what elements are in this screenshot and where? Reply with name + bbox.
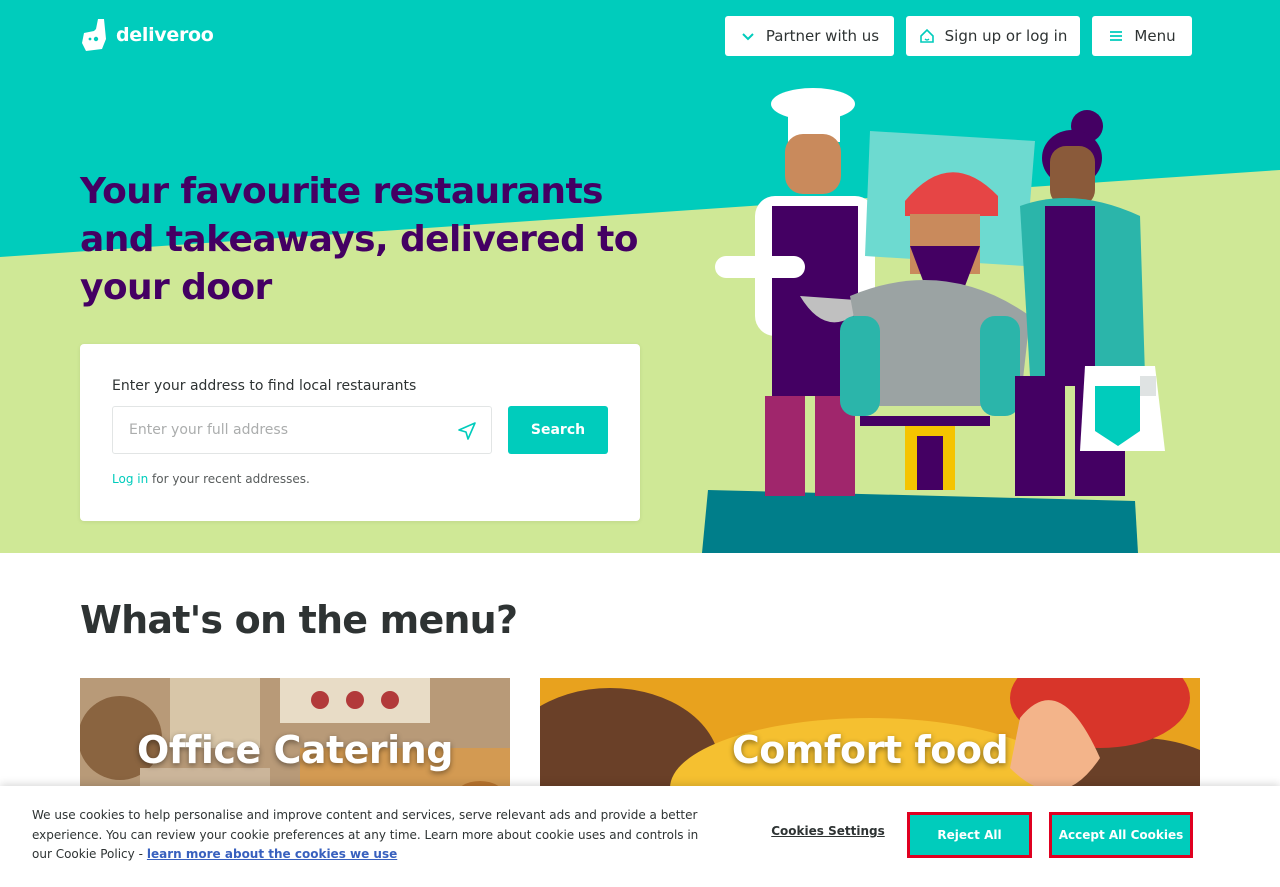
- kangaroo-logo-icon: [82, 19, 106, 51]
- site-header: deliveroo Partner with us Sign up or log…: [0, 0, 1280, 72]
- signup-label: Sign up or log in: [944, 27, 1068, 45]
- cookies-settings-button[interactable]: Cookies Settings: [768, 824, 888, 838]
- locate-me-icon[interactable]: [457, 421, 477, 441]
- home-icon: [919, 28, 934, 43]
- hero-headline: Your favourite restaurants and takeaways…: [80, 171, 639, 308]
- partner-label: Partner with us: [765, 27, 880, 45]
- address-input[interactable]: [113, 407, 443, 453]
- accept-all-cookies-button[interactable]: Accept All Cookies: [1049, 812, 1193, 858]
- address-search-card: Enter your address to find local restaur…: [80, 344, 640, 521]
- hero-section: deliveroo Partner with us Sign up or log…: [0, 0, 1280, 553]
- menu-button[interactable]: Menu: [1092, 16, 1192, 56]
- chevron-down-icon: [742, 33, 754, 41]
- comfort-food-label: Comfort food: [731, 728, 1009, 772]
- office-catering-label: Office Catering: [137, 728, 453, 772]
- menu-label: Menu: [1134, 27, 1176, 45]
- reject-all-cookies-button[interactable]: Reject All: [907, 812, 1032, 858]
- sign-up-or-log-in-button[interactable]: Sign up or log in: [906, 16, 1080, 56]
- hero-illustration: [702, 88, 1165, 553]
- log-in-link[interactable]: Log in: [112, 472, 148, 486]
- login-hint-suffix: for your recent addresses.: [148, 472, 310, 486]
- hamburger-icon: [1110, 31, 1123, 41]
- cookie-banner: We use cookies to help personalise and i…: [0, 786, 1280, 887]
- menu-section-title: What's on the menu?: [80, 598, 518, 642]
- cookie-notice-text: We use cookies to help personalise and i…: [32, 806, 712, 865]
- address-search-label: Enter your address to find local restaur…: [112, 378, 417, 394]
- partner-with-us-button[interactable]: Partner with us: [725, 16, 894, 56]
- recent-addresses-hint: Log in for your recent addresses.: [112, 472, 310, 486]
- search-button[interactable]: Search: [508, 406, 608, 454]
- logo-wordmark: deliveroo: [116, 24, 214, 46]
- address-field[interactable]: [112, 406, 492, 454]
- cookie-policy-link[interactable]: learn more about the cookies we use: [147, 847, 397, 861]
- deliveroo-logo[interactable]: deliveroo: [80, 19, 214, 51]
